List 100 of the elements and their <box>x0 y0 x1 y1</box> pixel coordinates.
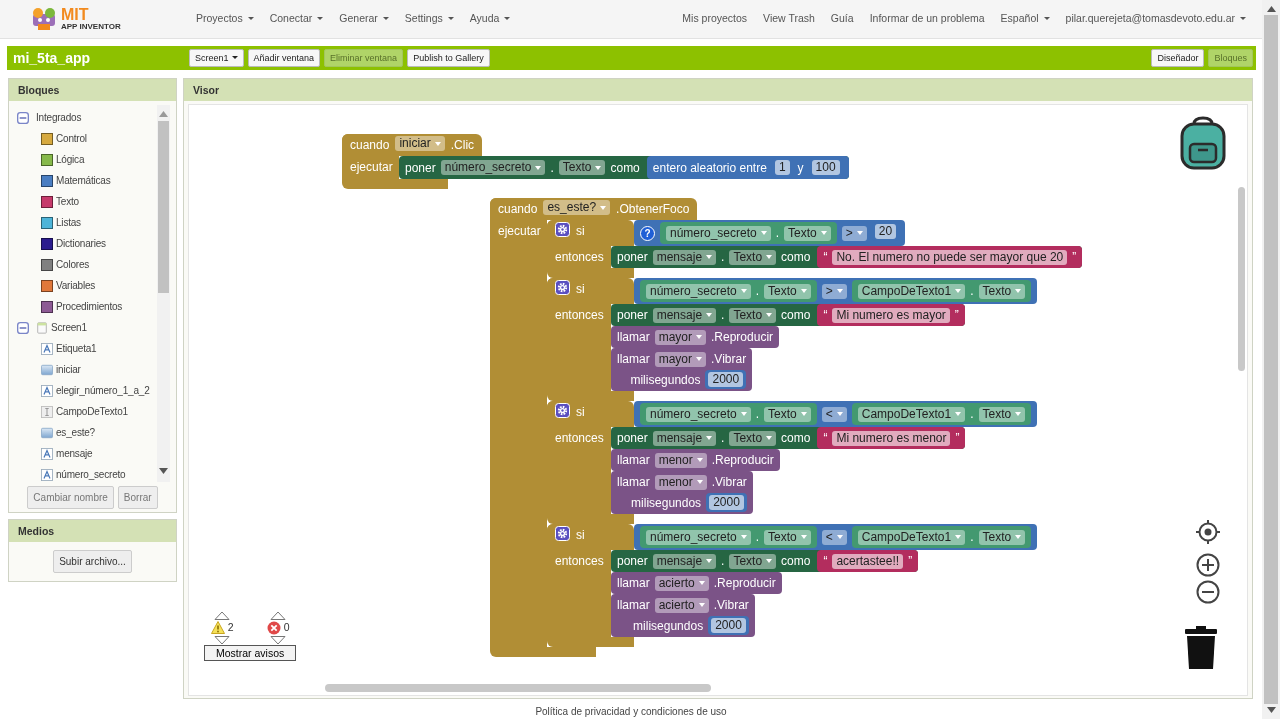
math-block[interactable]: número_secreto . Texto < CampoDeTexto1 . Texto <box>634 401 1038 427</box>
property-block[interactable]: número_secreto . Texto <box>640 280 817 302</box>
block-dropdown[interactable]: acierto <box>654 575 709 591</box>
event-block[interactable]: cuando iniciar .Clic ejecutar poner número_secreto . Texto como entero aleatorio entre 1 y 100 <box>342 134 849 189</box>
block-dropdown[interactable]: es_este? <box>543 200 611 215</box>
up-triangle-icon[interactable] <box>214 611 231 620</box>
block-dropdown[interactable]: Texto <box>729 430 777 446</box>
menu-link[interactable]: Generar <box>331 11 397 27</box>
block-dropdown[interactable]: mensaje <box>652 249 717 265</box>
tree-item[interactable]: Procedimientos <box>56 299 123 314</box>
menu-link[interactable]: Settings <box>396 11 462 27</box>
tree-item[interactable]: número_secreto <box>56 467 126 482</box>
tree-item[interactable]: es_este? <box>56 425 95 440</box>
help-icon[interactable]: ? <box>640 225 655 241</box>
view-tab[interactable]: Diseñador <box>1151 49 1205 67</box>
block-dropdown[interactable]: Texto <box>729 553 777 569</box>
show-warnings-button[interactable]: Mostrar avisos <box>204 644 297 661</box>
menu-link[interactable]: Guía <box>822 11 862 27</box>
tree-item[interactable]: elegir_número_1_a_2 <box>56 383 150 398</box>
block-dropdown[interactable]: Texto <box>978 529 1026 545</box>
scrollbar-thumb[interactable] <box>1238 187 1245 371</box>
tree-item[interactable]: Lógica <box>56 152 85 167</box>
menu-link[interactable]: Conectar <box>261 11 332 27</box>
call-block[interactable]: llamar menor .Vibrar milisegundos 2000 <box>611 471 753 514</box>
call-block[interactable]: llamar acierto .Reproducir <box>611 572 782 594</box>
if-block[interactable]: si número_secreto . Texto < CampoDeTexto1 . Texto entonces poner mensaje . Texto como “ acertastee!! ” llamar acierto .Reproducir llamar acierto .Vibrar milisegundos 2000 <box>547 524 1038 647</box>
block-field[interactable]: acertastee!! <box>832 553 904 569</box>
block-dropdown[interactable]: acierto <box>654 597 709 613</box>
text-block[interactable]: “ Mi numero es mayor ” <box>817 304 965 326</box>
block-field[interactable]: Mi numero es mayor <box>832 307 950 323</box>
call-block[interactable]: llamar menor .Reproducir <box>611 449 780 471</box>
block-dropdown[interactable]: mayor <box>654 329 706 345</box>
if-block[interactable]: si ? número_secreto . Texto > 20 entonces poner mensaje . Texto como “ No. El numero no puede ser mayor que 20 ” <box>547 220 1083 278</box>
tree-item[interactable]: Listas <box>56 215 81 230</box>
set-block[interactable]: poner número_secreto . Texto como entero aleatorio entre 1 y 100 <box>399 156 849 179</box>
math-block[interactable]: número_secreto . Texto < CampoDeTexto1 . Texto <box>634 524 1038 550</box>
up-arrow-icon[interactable] <box>1266 6 1276 12</box>
menu-link[interactable]: Informar de un problema <box>861 11 993 27</box>
upload-button[interactable]: Subir archivo... <box>53 550 132 573</box>
panel-button[interactable]: Borrar <box>117 486 158 509</box>
privacy-link[interactable]: Política de privacidad y condiciones de uso <box>535 704 727 719</box>
text-block[interactable]: “ Mi numero es menor ” <box>817 427 966 449</box>
tree-item[interactable]: Control <box>56 131 87 146</box>
text-block[interactable]: “ acertastee!! ” <box>817 550 919 572</box>
gear-icon[interactable] <box>555 526 570 541</box>
block-dropdown[interactable]: Texto <box>978 283 1026 299</box>
gear-icon[interactable] <box>555 403 570 418</box>
property-block[interactable]: CampoDeTexto1 . Texto <box>851 280 1032 302</box>
block-dropdown[interactable]: Texto <box>978 406 1026 422</box>
block-dropdown[interactable]: menor <box>654 474 707 490</box>
math-block[interactable]: entero aleatorio entre 1 y 100 <box>646 156 849 179</box>
menu-link[interactable]: Proyectos <box>188 11 262 27</box>
logo-icon[interactable] <box>30 7 58 31</box>
set-block[interactable]: poner mensaje . Texto como “ acertastee!! ” <box>611 550 919 572</box>
block-dropdown[interactable]: CampoDeTexto1 <box>857 283 966 299</box>
menu-link[interactable]: Ayuda <box>461 11 519 27</box>
block-dropdown[interactable]: < <box>821 529 847 545</box>
tree-item[interactable]: Etiqueta1 <box>56 341 97 356</box>
tree-item[interactable]: iniciar <box>56 362 81 377</box>
block-dropdown[interactable]: CampoDeTexto1 <box>857 406 966 422</box>
panel-button[interactable]: Cambiar nombre <box>27 486 114 509</box>
tree-item[interactable]: Integrados <box>36 110 82 125</box>
down-arrow-icon[interactable] <box>159 468 168 474</box>
tree-item[interactable]: Dictionaries <box>56 236 106 251</box>
if-block[interactable]: si número_secreto . Texto > CampoDeTexto1 . Texto entonces poner mensaje . Texto como “ Mi numero es mayor ” llamar mayor .Reproducir llamar mayor .Vibrar milisegundos 2000 <box>547 278 1038 401</box>
menu-link[interactable]: Mis proyectos <box>674 11 756 27</box>
tree-item[interactable]: Matemáticas <box>56 173 111 188</box>
block-dropdown[interactable]: Texto <box>558 160 606 175</box>
tree-item[interactable]: Screen1 <box>51 320 87 335</box>
block-dropdown[interactable]: mensaje <box>652 307 717 323</box>
text-block[interactable]: “ No. El numero no puede ser mayor que 20 ” <box>817 246 1083 268</box>
zoom-in-icon[interactable] <box>1196 553 1220 577</box>
block-dropdown[interactable]: < <box>821 406 847 422</box>
gear-icon[interactable] <box>555 280 570 295</box>
view-tab[interactable]: Bloques <box>1208 49 1253 67</box>
property-block[interactable]: CampoDeTexto1 . Texto <box>851 526 1032 548</box>
gear-icon[interactable] <box>555 222 570 237</box>
block-dropdown[interactable]: mensaje <box>652 430 717 446</box>
up-triangle-icon[interactable] <box>270 611 287 620</box>
call-block[interactable]: llamar mayor .Vibrar milisegundos 2000 <box>611 348 753 391</box>
block-dropdown[interactable]: mensaje <box>652 553 717 569</box>
down-arrow-icon[interactable] <box>1266 707 1276 713</box>
menu-link[interactable]: pilar.querejeta@tomasdevoto.edu.ar <box>1057 11 1254 27</box>
call-block[interactable]: llamar acierto .Vibrar milisegundos 2000 <box>611 594 755 637</box>
block-dropdown[interactable]: Texto <box>764 283 811 299</box>
toolbar-button[interactable]: Screen1 <box>189 49 244 67</box>
down-triangle-icon[interactable] <box>214 635 231 645</box>
block-dropdown[interactable]: número_secreto <box>440 160 546 175</box>
toolbar-button[interactable]: Añadir ventana <box>247 49 321 67</box>
property-block[interactable]: CampoDeTexto1 . Texto <box>851 403 1032 425</box>
scrollbar-thumb[interactable] <box>1264 15 1278 704</box>
property-block[interactable]: número_secreto . Texto <box>640 526 817 548</box>
property-block[interactable]: número_secreto . Texto <box>660 222 837 244</box>
set-block[interactable]: poner mensaje . Texto como “ Mi numero es menor ” <box>611 427 966 449</box>
block-dropdown[interactable]: Texto <box>729 307 777 323</box>
collapse-icon[interactable] <box>17 111 29 124</box>
scrollbar-thumb[interactable] <box>158 121 169 293</box>
tree-item[interactable]: mensaje <box>56 446 93 461</box>
tree-item[interactable]: Colores <box>56 257 90 272</box>
menu-link[interactable]: View Trash <box>755 11 823 27</box>
